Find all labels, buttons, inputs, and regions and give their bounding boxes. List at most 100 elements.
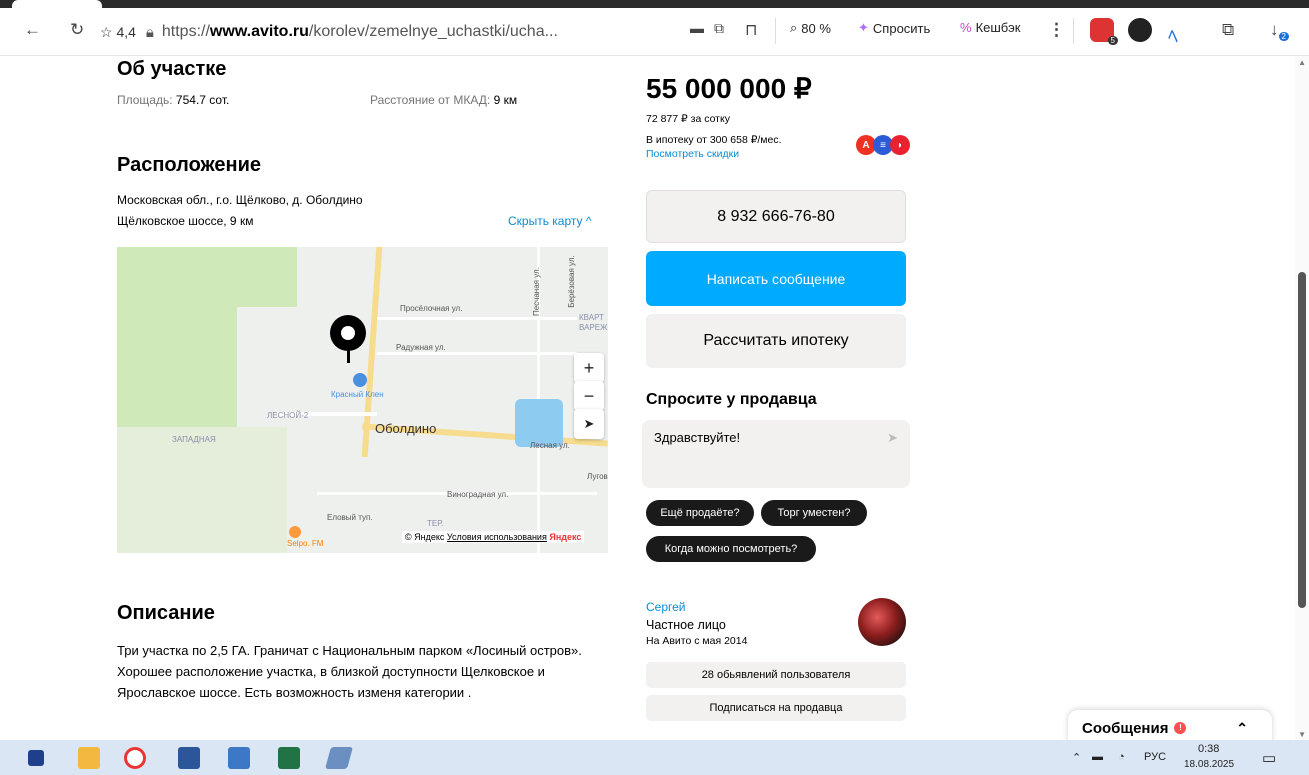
hide-map-link[interactable]: Скрыть карту ^ xyxy=(508,214,592,228)
map-poi-icon[interactable] xyxy=(353,373,367,387)
chevron-up-icon[interactable]: ⌃ xyxy=(1236,720,1248,737)
map-label: ЛЕСНОЙ-2 xyxy=(267,411,309,420)
battery-icon[interactable]: ▬ xyxy=(1092,751,1103,763)
zoom-out-button[interactable]: − xyxy=(574,381,604,411)
seller-type: Частное лицо xyxy=(646,618,726,632)
active-tab[interactable] xyxy=(12,0,102,8)
tray-chevron-up-icon[interactable]: ⌃ xyxy=(1072,751,1081,764)
map-road xyxy=(377,317,577,320)
back-arrow-icon[interactable]: ← xyxy=(24,20,41,40)
url-text[interactable]: https://www.avito.ru/korolev/zemelnye_uc… xyxy=(162,23,558,41)
send-icon[interactable]: ➤ xyxy=(887,430,898,446)
clock-date[interactable]: 18.08.2025 xyxy=(1184,759,1234,770)
map-road xyxy=(377,352,577,355)
toolbar-divider xyxy=(775,18,776,44)
location-pin-icon xyxy=(330,315,366,351)
map-label: ЗАПАДНАЯ xyxy=(172,435,216,444)
map-label: Виноградная ул. xyxy=(447,490,509,499)
translate-icon[interactable]: ⧉ xyxy=(714,20,724,37)
scroll-up-arrow-icon[interactable]: ▲ xyxy=(1298,58,1306,67)
message-input[interactable]: Здравствуйте! ➤ xyxy=(642,420,910,488)
discounts-link[interactable]: Посмотреть скидки xyxy=(646,148,739,160)
start-windows-icon[interactable] xyxy=(28,750,44,766)
location-map[interactable]: Просёлочная ул. Радужная ул. ЛЕСНОЙ-2 ЗА… xyxy=(117,247,608,553)
extension-badge: 5 xyxy=(1107,36,1118,45)
lock-icon[interactable]: 🔒︎ xyxy=(146,24,154,41)
wordpad-icon[interactable] xyxy=(228,747,250,769)
seller-listings-button[interactable]: 28 обьявлений пользователя xyxy=(646,662,906,688)
map-label: Песчаная ул. xyxy=(531,267,541,316)
adguard-extension-icon[interactable]: 5 xyxy=(1090,18,1118,45)
acrobat-extension-icon[interactable]: ﾍ xyxy=(1168,20,1178,49)
mortgage-text: В ипотеку от 300 658 ₽/мес. xyxy=(646,134,782,146)
browser-toolbar: ← ↻ ☆ 4,4 🔒︎ https://www.avito.ru/korole… xyxy=(0,0,1309,56)
area-row: Площадь: 754.7 сот. xyxy=(117,93,229,107)
map-label: Лугов xyxy=(587,472,608,481)
more-menu-icon[interactable]: ⋮ xyxy=(1048,20,1065,40)
site-rating[interactable]: ☆ 4,4 xyxy=(100,24,136,41)
downloads-icon[interactable]: ↓ 2 xyxy=(1270,20,1289,42)
phone-button[interactable]: 8 932 666-76-80 xyxy=(646,190,906,243)
map-label: ВАРЕЖ xyxy=(579,323,608,332)
geolocation-icon[interactable]: ➤ xyxy=(574,409,604,439)
ask-label: Спросить xyxy=(872,20,931,36)
clock-time[interactable]: 0:38 xyxy=(1198,743,1219,755)
distance-value: 9 км xyxy=(493,93,518,107)
shop-poi-icon[interactable] xyxy=(289,526,301,538)
zoom-button[interactable]: ⌕ 80 % xyxy=(790,20,831,36)
map-poi-label: Selpo. FM xyxy=(287,539,324,548)
map-park-area xyxy=(117,427,287,553)
location-pin-stem xyxy=(347,349,350,363)
wifi-icon[interactable]: ◔ xyxy=(1118,751,1125,763)
bookmark-icon[interactable]: ⊓ xyxy=(745,20,757,40)
message-text: Здравствуйте! xyxy=(654,430,741,445)
map-terms-link[interactable]: Условия использования xyxy=(447,532,547,542)
quick-question-chip[interactable]: Ещё продаёте? xyxy=(646,500,754,526)
map-label: Еловый туп. xyxy=(327,513,373,522)
map-attribution: © Яндекс Условия использования Яндекс xyxy=(402,531,585,543)
url-domain: www.avito.ru xyxy=(209,23,309,40)
about-title: Об участке xyxy=(117,58,227,80)
area-value: 754.7 сот. xyxy=(175,93,230,107)
seller-avatar[interactable] xyxy=(858,598,906,646)
reader-icon[interactable]: ▬ xyxy=(690,20,704,36)
excel-icon[interactable] xyxy=(278,747,300,769)
reload-icon[interactable]: ↻ xyxy=(70,20,84,40)
file-explorer-icon[interactable] xyxy=(78,747,100,769)
collections-icon[interactable]: ⧉ xyxy=(1222,20,1234,40)
scroll-down-arrow-icon[interactable]: ▼ xyxy=(1298,730,1306,739)
vpn-extension-icon[interactable] xyxy=(1128,18,1152,42)
url-prefix: https:// xyxy=(161,23,210,40)
tab-strip xyxy=(0,0,1309,8)
write-message-button[interactable]: Написать сообщение xyxy=(646,251,906,306)
map-label: ТЕР. xyxy=(427,519,444,528)
percent-icon: % xyxy=(960,20,972,35)
map-place-label: Оболдино xyxy=(375,421,437,436)
address-bar[interactable]: ☆ 4,4 🔒︎ https://www.avito.ru/korolev/ze… xyxy=(100,18,790,46)
calc-mortgage-button[interactable]: Рассчитать ипотеку xyxy=(646,314,906,368)
app-icon[interactable] xyxy=(325,747,353,769)
ask-button[interactable]: ✦ Спросить xyxy=(858,20,930,36)
cashback-button[interactable]: % Кешбэк xyxy=(960,20,1020,35)
yandex-browser-icon[interactable] xyxy=(124,747,146,769)
word-icon[interactable] xyxy=(178,747,200,769)
quick-question-chip[interactable]: Когда можно посмотреть? xyxy=(646,536,816,562)
seller-name[interactable]: Сергей xyxy=(646,600,686,614)
toolbar-divider xyxy=(1073,18,1074,44)
sparkle-icon: ✦ xyxy=(858,20,869,35)
ask-seller-title: Спросите у продавца xyxy=(646,391,817,408)
downloads-badge: 2 xyxy=(1278,32,1289,42)
address-line-2: Щёлковское шоссе, 9 км xyxy=(117,214,254,228)
bank-icon: ◗ xyxy=(890,135,910,155)
quick-question-chip[interactable]: Торг уместен? xyxy=(761,500,867,526)
subscribe-seller-button[interactable]: Подписаться на продавца xyxy=(646,695,906,721)
input-language[interactable]: РУС xyxy=(1144,751,1166,763)
zoom-in-button[interactable]: + xyxy=(574,353,604,383)
map-label: Просёлочная ул. xyxy=(400,304,463,313)
description-text: Три участка по 2,5 ГА. Граничат с Национ… xyxy=(117,643,582,700)
notifications-icon[interactable]: ▭ xyxy=(1262,749,1276,767)
map-poi-label: Красный Клен xyxy=(331,390,384,399)
scrollbar-thumb[interactable] xyxy=(1298,272,1306,608)
location-title: Расположение xyxy=(117,154,262,176)
yandex-logo[interactable]: Яндекс xyxy=(549,532,581,542)
